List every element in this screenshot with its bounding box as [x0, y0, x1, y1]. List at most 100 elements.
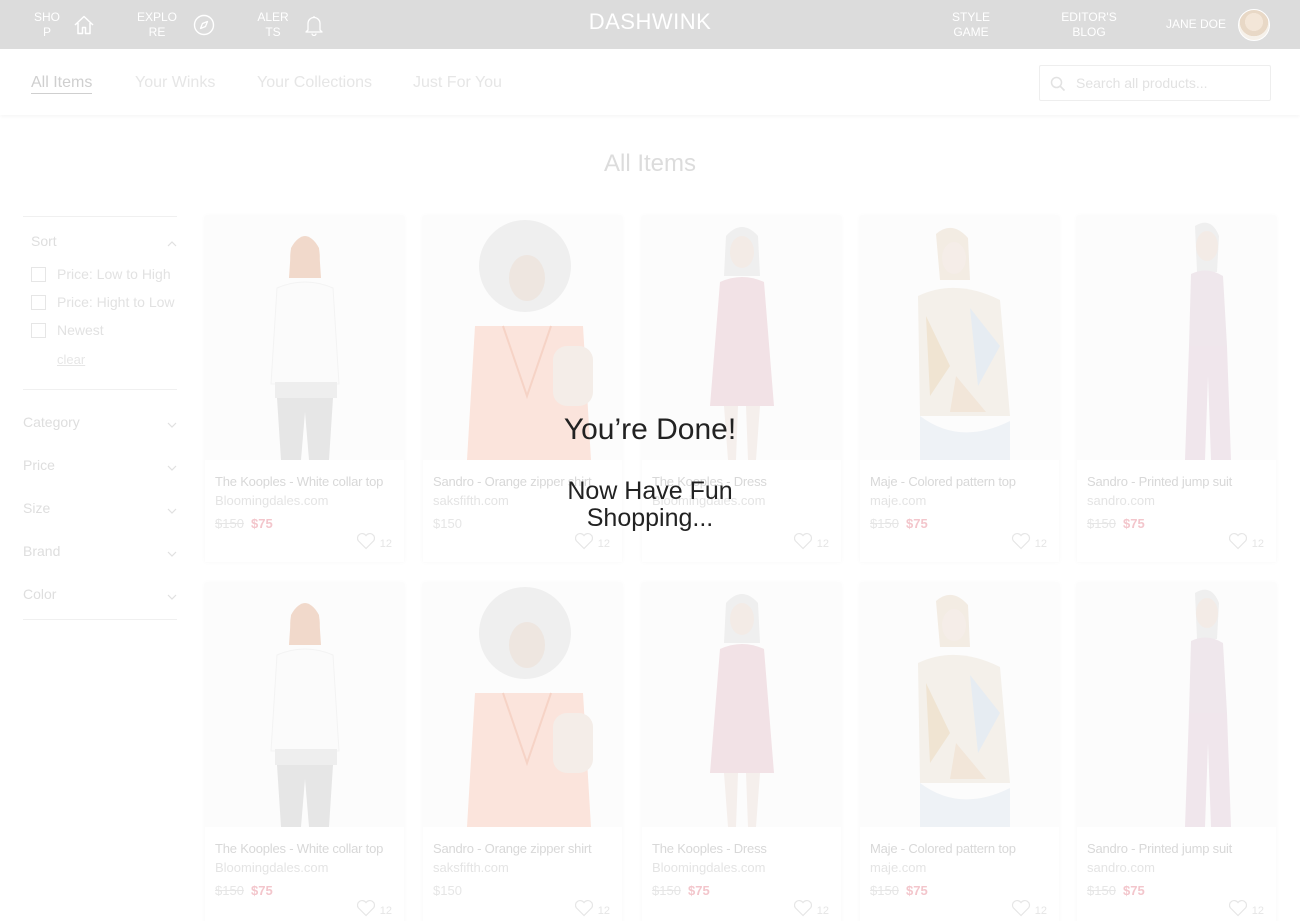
wink-button[interactable]: 12 [1228, 899, 1264, 921]
wink-button[interactable]: 12 [1011, 532, 1047, 555]
product-old-price: $150 [870, 516, 899, 531]
product-image[interactable] [1077, 583, 1276, 827]
checkbox[interactable] [31, 294, 46, 310]
nav-editors-blog-label: EDITOR'S BLOG [1061, 9, 1117, 39]
chevron-down-icon [167, 460, 177, 471]
product-card[interactable]: The Kooples - White collar top Bloomingd… [205, 583, 404, 921]
wink-button[interactable]: 12 [356, 899, 392, 921]
filter-label: Price [23, 457, 55, 473]
tab-just-for-you[interactable]: Just For You [413, 74, 502, 92]
product-title[interactable]: Maje - Colored pattern top [870, 474, 1016, 489]
wink-button[interactable]: 12 [356, 532, 392, 555]
filter-color[interactable]: Color [23, 586, 177, 602]
sort-option-label: Price: Hight to Low [57, 294, 175, 310]
tab-your-collections[interactable]: Your Collections [257, 74, 372, 92]
user-menu[interactable]: JANE DOE [1166, 0, 1271, 49]
heart-icon [1228, 532, 1248, 555]
sort-option-price-high-low[interactable]: Price: Hight to Low [31, 294, 175, 310]
product-card[interactable]: Maje - Colored pattern top maje.com $150… [860, 583, 1059, 921]
filter-label: Color [23, 586, 57, 602]
tab-all-items[interactable]: All Items [31, 74, 93, 94]
wink-button[interactable]: 12 [1011, 899, 1047, 921]
product-card[interactable]: Sandro - Printed jump suit sandro.com $1… [1077, 216, 1276, 562]
product-title[interactable]: Maje - Colored pattern top [870, 841, 1016, 856]
sort-option-price-low-high[interactable]: Price: Low to High [31, 266, 171, 282]
sort-option-label: Newest [57, 322, 104, 338]
wink-count: 12 [816, 537, 829, 550]
checkbox[interactable] [31, 266, 46, 282]
nav-style-game-label: STYLE GAME [951, 9, 990, 39]
filter-price[interactable]: Price [23, 457, 177, 473]
completion-subtitle: Now Have Fun Shopping... [567, 477, 733, 532]
wink-button[interactable]: 12 [1228, 532, 1264, 555]
product-card[interactable]: Maje - Colored pattern top maje.com $150… [860, 216, 1059, 562]
product-store: Bloomingdales.com [215, 860, 329, 875]
product-sale-price: $75 [1123, 516, 1145, 531]
heart-icon [793, 899, 813, 921]
product-price: $150 [433, 883, 462, 898]
product-store: sandro.com [1087, 860, 1155, 875]
product-old-price: $150 [1087, 516, 1116, 531]
nav-alerts-label: ALERTS [257, 9, 289, 39]
wink-button[interactable]: 12 [574, 899, 610, 921]
product-store: Bloomingdales.com [652, 860, 766, 875]
checkbox[interactable] [31, 322, 46, 338]
product-image[interactable] [642, 583, 841, 827]
tab-your-winks[interactable]: Your Winks [135, 74, 215, 92]
product-sale-price: $75 [906, 883, 928, 898]
clear-sort-link[interactable]: clear [57, 352, 85, 367]
wink-button[interactable]: 12 [793, 532, 829, 555]
divider [23, 389, 177, 390]
nav-alerts[interactable]: ALERTS [254, 0, 324, 49]
product-image[interactable] [205, 583, 404, 827]
sort-header[interactable]: Sort [31, 233, 177, 249]
product-old-price: $150 [215, 883, 244, 898]
divider [23, 619, 177, 620]
product-title[interactable]: The Kooples - White collar top [215, 474, 383, 489]
product-image[interactable] [423, 583, 622, 827]
search-box[interactable] [1039, 65, 1271, 101]
avatar [1238, 8, 1271, 41]
sort-label: Sort [31, 233, 57, 249]
chevron-up-icon [167, 236, 177, 247]
product-card[interactable]: Sandro - Printed jump suit sandro.com $1… [1077, 583, 1276, 921]
sort-option-newest[interactable]: Newest [31, 322, 104, 338]
product-card[interactable]: Sandro - Orange zipper shirt saksfifth.c… [423, 583, 622, 921]
wink-count: 12 [1251, 537, 1264, 550]
wink-count: 12 [379, 904, 392, 917]
product-title[interactable]: Sandro - Orange zipper shirt [433, 841, 592, 856]
product-sale-price: $75 [906, 516, 928, 531]
wink-count: 12 [597, 537, 610, 550]
nav-editors-blog[interactable]: EDITOR'S BLOG [1052, 0, 1126, 49]
wink-count: 12 [597, 904, 610, 917]
bell-icon [304, 14, 324, 36]
product-store: saksfifth.com [433, 860, 509, 875]
filter-size[interactable]: Size [23, 500, 177, 516]
product-card[interactable]: The Kooples - White collar top Bloomingd… [205, 216, 404, 562]
heart-icon [1011, 899, 1031, 921]
nav-explore[interactable]: EXPLORE [133, 0, 215, 49]
product-image[interactable] [860, 583, 1059, 827]
product-old-price: $150 [870, 883, 899, 898]
wink-button[interactable]: 12 [793, 899, 829, 921]
wink-count: 12 [1034, 904, 1047, 917]
secondary-nav: All Items Your Winks Your Collections Ju… [0, 49, 1300, 115]
product-old-price: $150 [215, 516, 244, 531]
product-title[interactable]: The Kooples - Dress [652, 841, 767, 856]
product-title[interactable]: Sandro - Printed jump suit [1087, 841, 1232, 856]
product-title[interactable]: The Kooples - White collar top [215, 841, 383, 856]
filter-brand[interactable]: Brand [23, 543, 177, 559]
heart-icon [1228, 899, 1248, 921]
completion-title: You’re Done! [563, 413, 737, 446]
product-sale-price: $75 [251, 516, 273, 531]
product-card[interactable]: The Kooples - Dress Bloomingdales.com $1… [642, 583, 841, 921]
chevron-down-icon [167, 503, 177, 514]
product-title[interactable]: Sandro - Printed jump suit [1087, 474, 1232, 489]
product-sale-price: $75 [251, 883, 273, 898]
nav-style-game[interactable]: STYLE GAME [940, 0, 1002, 49]
nav-shop[interactable]: SHOP [33, 0, 95, 49]
product-sale-price: $75 [688, 883, 710, 898]
search-input[interactable] [1076, 73, 1262, 93]
filter-label: Brand [23, 543, 61, 559]
wink-button[interactable]: 12 [574, 532, 610, 555]
